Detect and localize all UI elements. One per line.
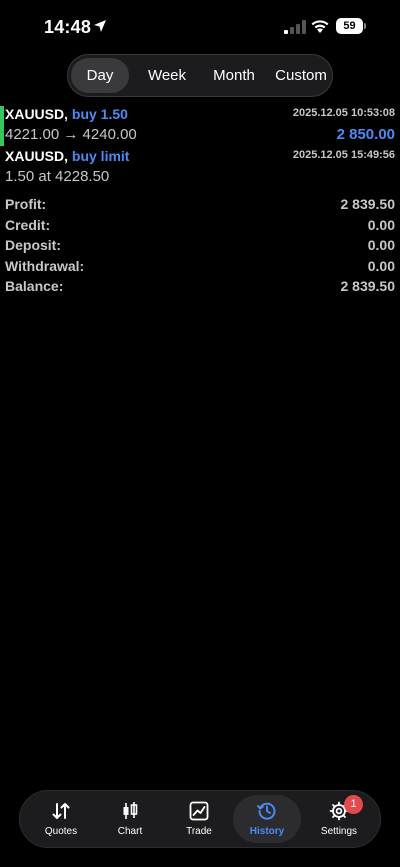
battery-level: 59 (343, 20, 356, 32)
deal-time: 2025.12.05 10:53:08 (292, 107, 395, 119)
cellular-signal-icon (284, 20, 306, 34)
tab-label: Chart (117, 826, 143, 837)
tab-trade[interactable]: Trade (165, 795, 233, 843)
summary-label: Profit: (5, 196, 47, 212)
deal-prices: 4221.00 → 4240.00 (5, 126, 137, 143)
location-arrow-icon (94, 20, 106, 32)
position-indicator-bar (0, 106, 4, 146)
tab-label: Settings (320, 826, 358, 837)
order-symbol: XAUUSD, buy limit (5, 148, 130, 164)
bottom-tab-bar: Quotes Chart Trade History Settings (19, 790, 381, 848)
summary-row-balance: Balance: 2 839.50 (0, 278, 400, 299)
trade-chart-icon (189, 801, 209, 821)
settings-notification-badge: 1 (344, 795, 363, 814)
period-custom-button[interactable]: Custom (271, 58, 331, 93)
tab-chart[interactable]: Chart (96, 795, 164, 843)
period-selector: Day Week Month Custom (67, 54, 333, 97)
summary-row-profit: Profit: 2 839.50 (0, 196, 400, 217)
status-time: 14:48 (44, 17, 92, 37)
order-row[interactable]: XAUUSD, buy limit 2025.12.05 15:49:56 1.… (0, 148, 400, 188)
history-summary: Profit: 2 839.50 Credit: 0.00 Deposit: 0… (0, 196, 400, 299)
summary-value: 0.00 (367, 216, 395, 233)
tab-label: Trade (186, 826, 212, 837)
summary-row-withdrawal: Withdrawal: 0.00 (0, 258, 400, 279)
summary-label: Balance: (5, 278, 64, 294)
order-time: 2025.12.05 15:49:56 (292, 149, 395, 161)
summary-value: 2 839.50 (340, 196, 396, 212)
quotes-arrows-icon (52, 803, 70, 819)
summary-value: 0.00 (367, 257, 395, 274)
candlestick-icon (123, 802, 138, 819)
battery-indicator: 59 (336, 18, 366, 34)
wifi-icon (311, 20, 329, 33)
tab-quotes[interactable]: Quotes (27, 795, 95, 843)
tab-label: History (249, 826, 285, 837)
deal-profit: 2 850.00 (336, 126, 395, 143)
summary-row-deposit: Deposit: 0.00 (0, 237, 400, 258)
history-clock-icon (257, 802, 276, 820)
tab-history[interactable]: History (233, 795, 301, 843)
summary-value: 0.00 (367, 237, 395, 253)
summary-value: 2 839.50 (340, 278, 396, 294)
summary-label: Withdrawal: (5, 257, 85, 274)
summary-row-credit: Credit: 0.00 (0, 217, 400, 238)
period-week-button[interactable]: Week (136, 58, 198, 93)
order-volume-price: 1.50 at 4228.50 (5, 168, 110, 185)
summary-label: Deposit: (5, 237, 61, 253)
period-month-button[interactable]: Month (202, 58, 266, 93)
tab-label: Quotes (44, 826, 78, 837)
order-type: buy limit (71, 148, 130, 164)
status-bar: 14:48 59 (0, 0, 400, 52)
deal-type: buy 1.50 (71, 106, 128, 122)
summary-label: Credit: (5, 216, 51, 233)
deal-row[interactable]: XAUUSD, buy 1.50 2025.12.05 10:53:08 422… (0, 106, 400, 146)
deal-symbol: XAUUSD, buy 1.50 (5, 106, 128, 122)
period-day-button[interactable]: Day (71, 58, 129, 93)
